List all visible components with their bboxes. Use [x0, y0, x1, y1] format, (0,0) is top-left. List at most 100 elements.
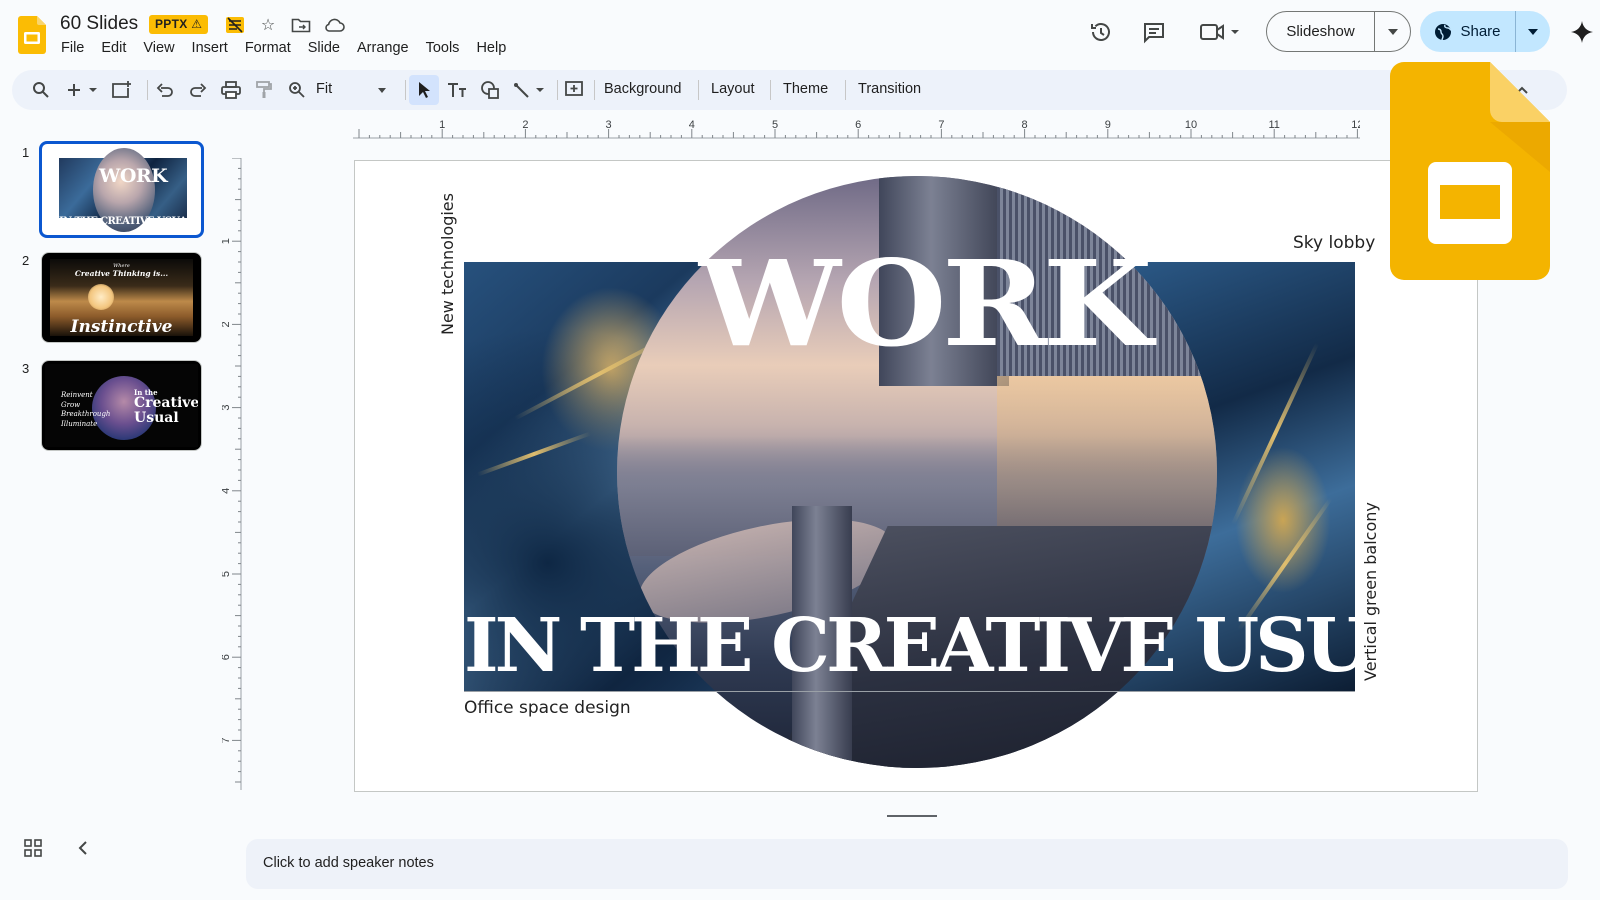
- slide-canvas[interactable]: WORK IN THE CREATIVE USUAL Sky lobby New…: [354, 160, 1478, 792]
- slides-logo-icon: [1390, 62, 1550, 280]
- offline-disabled-icon[interactable]: [224, 15, 246, 35]
- shape-icon[interactable]: [478, 78, 502, 102]
- toolbar-divider: [594, 80, 595, 100]
- thumbnail-artwork: Reinvent Grow Breakthrough Illuminate In…: [45, 364, 198, 447]
- warning-icon: ⚠: [191, 17, 203, 31]
- select-cursor-icon[interactable]: [412, 78, 436, 102]
- ruler-label: 6: [855, 119, 861, 131]
- speaker-notes[interactable]: Click to add speaker notes: [246, 839, 1568, 889]
- thumbnail-sun: [88, 284, 114, 310]
- ruler-label: 1: [439, 119, 445, 131]
- menu-slide[interactable]: Slide: [308, 40, 340, 56]
- menu-view[interactable]: View: [143, 40, 174, 56]
- toolbar-divider: [698, 80, 699, 100]
- document-title[interactable]: 60 Slides: [60, 13, 138, 35]
- import-slides-icon[interactable]: [109, 78, 133, 102]
- thumbnail-list-item: Breakthrough: [61, 410, 111, 418]
- horizontal-ruler[interactable]: 123456789101112: [353, 117, 1360, 139]
- label-new-technologies[interactable]: New technologies: [438, 193, 457, 335]
- toolbar-divider: [147, 80, 148, 100]
- menu-tools[interactable]: Tools: [426, 40, 460, 56]
- undo-icon[interactable]: [153, 78, 177, 102]
- chevron-down-icon[interactable]: [370, 78, 394, 102]
- label-vertical-green-balcony[interactable]: Vertical green balcony: [1361, 502, 1380, 681]
- gold-streak: [476, 431, 592, 477]
- print-icon[interactable]: [219, 78, 243, 102]
- slideshow-dropdown[interactable]: [1375, 12, 1410, 51]
- ruler-label: 4: [689, 119, 695, 131]
- share-button[interactable]: Share: [1420, 11, 1516, 52]
- ruler-label: 1: [222, 238, 232, 244]
- thumbnail-title-line: Creative: [134, 395, 198, 411]
- slide-number: 2: [22, 253, 30, 268]
- menu-bar: File Edit View Insert Format Slide Arran…: [61, 40, 523, 56]
- comment-icon[interactable]: [1141, 20, 1167, 44]
- star-icon[interactable]: ☆: [257, 15, 279, 35]
- background-button[interactable]: Background: [604, 81, 681, 97]
- ruler-label: 4: [222, 488, 232, 494]
- menu-edit[interactable]: Edit: [101, 40, 126, 56]
- thumbnail-list: Reinvent Grow Breakthrough Illuminate: [61, 391, 110, 429]
- ruler-label: 7: [222, 737, 232, 743]
- layout-button[interactable]: Layout: [711, 81, 755, 97]
- chevron-left-icon[interactable]: [76, 840, 90, 856]
- cloud-status-icon[interactable]: [323, 15, 345, 35]
- share-dropdown[interactable]: [1516, 11, 1550, 52]
- label-office-space-design[interactable]: Office space design: [464, 698, 631, 718]
- slide-title-top[interactable]: WORK: [699, 245, 1153, 363]
- ruler-label: 2: [222, 321, 232, 327]
- notes-resize-handle[interactable]: [887, 815, 937, 817]
- toolbar-divider: [405, 80, 406, 100]
- slide-thumbnail-1[interactable]: WORK IN THE CREATIVE USUAL: [39, 141, 204, 238]
- menu-format[interactable]: Format: [245, 40, 291, 56]
- menu-arrange[interactable]: Arrange: [357, 40, 409, 56]
- menu-file[interactable]: File: [61, 40, 84, 56]
- file-format-badge[interactable]: PPTX ⚠: [149, 15, 209, 34]
- thumbnail-artwork: WORK IN THE CREATIVE USUAL: [59, 148, 194, 232]
- new-slide-icon[interactable]: [64, 78, 102, 102]
- toolbar-divider: [557, 80, 558, 100]
- zoom-select[interactable]: Fit: [316, 81, 332, 97]
- meet-icon[interactable]: [1198, 20, 1242, 44]
- grid-view-icon[interactable]: [24, 839, 42, 857]
- text-box-icon[interactable]: [445, 78, 469, 102]
- menu-insert[interactable]: Insert: [192, 40, 228, 56]
- slide-number: 1: [22, 145, 30, 160]
- ruler-label: 6: [222, 654, 232, 660]
- share-group: Share: [1420, 11, 1550, 52]
- title-underline: [464, 691, 1355, 692]
- toolbar-divider: [770, 80, 771, 100]
- slide-title-bottom[interactable]: IN THE CREATIVE USUAL: [464, 609, 1355, 683]
- slideshow-button[interactable]: Slideshow: [1267, 12, 1375, 51]
- slide-thumbnail-2[interactable]: Where Creative Thinking is... Instinctiv…: [41, 252, 202, 343]
- thumbnail-subtitle: IN THE CREATIVE USUAL: [59, 216, 194, 227]
- move-folder-icon[interactable]: [290, 15, 312, 35]
- lobby-glow: [997, 376, 1217, 546]
- vertical-ruler[interactable]: 1 2 3 4 5 6 7: [222, 158, 242, 790]
- ruler-label: 7: [938, 119, 944, 131]
- redo-icon[interactable]: [186, 78, 210, 102]
- history-icon[interactable]: [1088, 20, 1114, 44]
- menu-help[interactable]: Help: [476, 40, 506, 56]
- paint-format-icon[interactable]: [252, 78, 276, 102]
- theme-button[interactable]: Theme: [783, 81, 828, 97]
- line-icon[interactable]: [512, 78, 548, 102]
- chevron-down-icon: [1387, 28, 1398, 35]
- speaker-notes-placeholder: Click to add speaker notes: [263, 855, 434, 871]
- gemini-icon[interactable]: [1570, 20, 1594, 44]
- slides-logo-icon[interactable]: [18, 16, 46, 54]
- ruler-label: 12: [1351, 119, 1360, 131]
- zoom-icon[interactable]: [285, 78, 309, 102]
- share-label: Share: [1460, 23, 1501, 40]
- thumbnail-artwork: Where Creative Thinking is... Instinctiv…: [50, 259, 193, 336]
- slideshow-group: Slideshow: [1266, 11, 1411, 52]
- ruler-label: 8: [1022, 119, 1028, 131]
- search-menus-icon[interactable]: [29, 78, 53, 102]
- transition-button[interactable]: Transition: [858, 81, 921, 97]
- gold-streak: [1230, 342, 1320, 526]
- insert-comment-icon[interactable]: [562, 78, 586, 102]
- slide-thumbnail-3[interactable]: Reinvent Grow Breakthrough Illuminate In…: [41, 360, 202, 451]
- chevron-down-icon: [1528, 28, 1538, 35]
- label-sky-lobby[interactable]: Sky lobby: [1293, 233, 1375, 253]
- ruler-label: 9: [1105, 119, 1111, 131]
